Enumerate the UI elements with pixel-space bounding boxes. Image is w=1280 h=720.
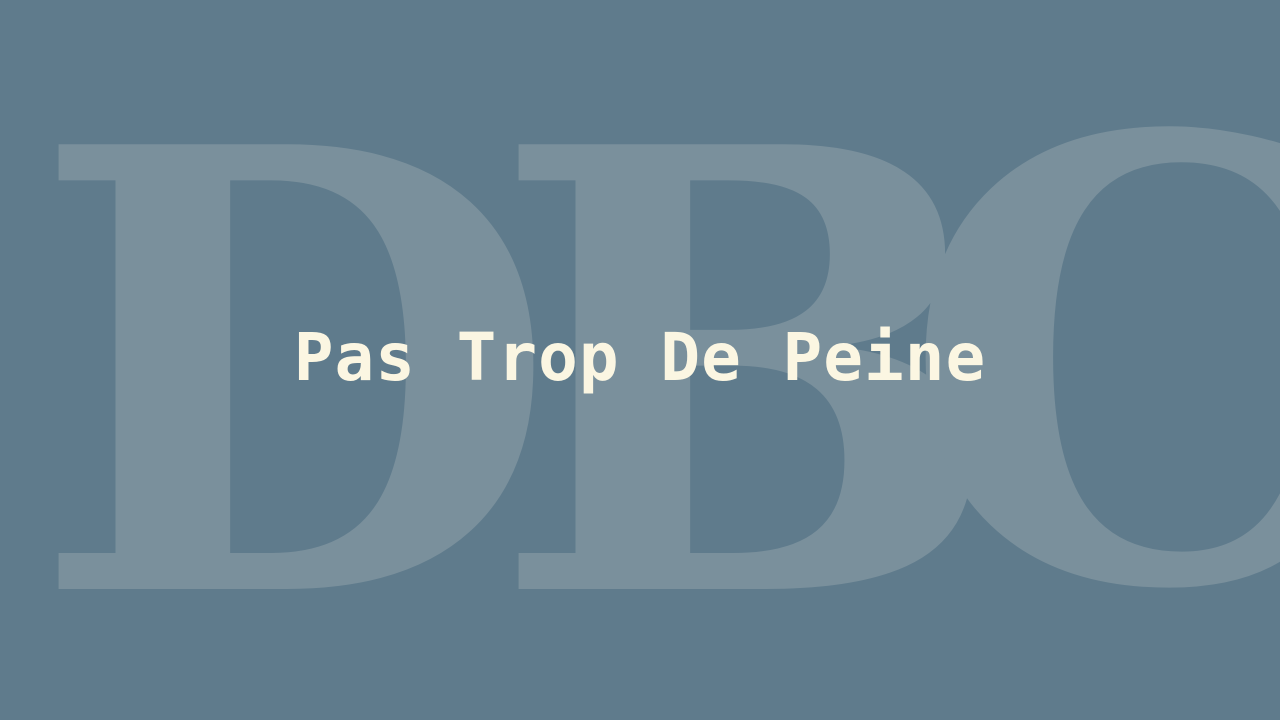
page-title: Pas Trop De Peine [293, 319, 987, 396]
